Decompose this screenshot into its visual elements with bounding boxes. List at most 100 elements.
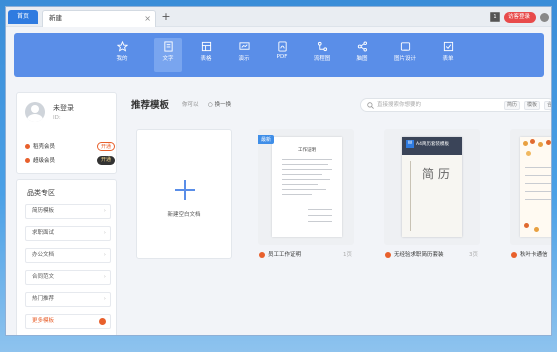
search-chip[interactable]: 简历 [504, 101, 521, 110]
new-badge: 最新 [258, 135, 275, 144]
category-item-label: 热门推荐 [32, 296, 55, 302]
template-pages: 1页 [343, 252, 352, 258]
search-chip[interactable]: 合 [544, 101, 551, 110]
word-logo-icon: W [406, 140, 414, 148]
app-window: 首页 新建 × + 1 访客登录 我的 文字 表格 演示 PDF 流程图 脑图 … [5, 6, 552, 336]
super-open-button[interactable]: 开通 [97, 156, 115, 165]
more-icon [99, 318, 106, 325]
template-thumbnail: W A4简历套装模板 简 历 [384, 129, 480, 245]
chevron-right-icon: › [103, 296, 106, 302]
category-toolbar: 我的 文字 表格 演示 PDF 流程图 脑图 图片设计 表单 [14, 33, 544, 77]
user-icon[interactable] [540, 12, 549, 22]
toolbar-item-label: 图片设计 [393, 56, 416, 62]
template-name: 无经验求职简历套装 [394, 252, 444, 258]
section-title: 推荐模板 [131, 100, 170, 111]
toolbar-item-label: 演示 [238, 56, 250, 62]
category-item-label: 简历模板 [32, 208, 55, 214]
category-item-contract[interactable]: 合同范文 › [25, 270, 111, 285]
toolbar-item-mindmap[interactable]: 脑图 [348, 38, 376, 72]
chevron-right-icon: › [103, 208, 106, 214]
mindmap-icon [357, 41, 367, 52]
resume-cover-preview: W A4简历套装模板 简 历 [402, 137, 462, 237]
chevron-right-icon: › [103, 252, 106, 258]
category-item-hot[interactable]: 热门推荐 › [25, 292, 111, 307]
pdf-icon [277, 41, 287, 52]
form-icon [443, 41, 453, 52]
super-membership-row: 超级会员 开通 [25, 156, 115, 166]
refresh-button[interactable]: ○ 换一换 [208, 100, 231, 108]
template-card[interactable]: W A4简历套装模板 简 历 无经验求职简历套装 3页 [384, 129, 480, 263]
refresh-label: 换一换 [214, 102, 232, 108]
category-item-resume[interactable]: 简历模板 › [25, 204, 111, 219]
category-item-office[interactable]: 办公文档 › [25, 248, 111, 263]
template-caption: 秋叶卡通信 [510, 249, 551, 263]
toolbar-item-label: 文字 [162, 56, 174, 62]
avatar[interactable] [25, 102, 45, 122]
docer-membership-row: 稻壳会员 开通 [25, 142, 115, 152]
document-icon [163, 41, 173, 52]
toolbar-item-image-design[interactable]: 图片设计 [388, 38, 422, 72]
membership-label: 稻壳会员 [33, 144, 56, 150]
resume-header: W A4简历套装模板 [402, 137, 462, 155]
tab-new-label: 新建 [49, 14, 62, 22]
profile-card: 未登录 ID: 稻壳会员 开通 超级会员 开通 [16, 92, 117, 174]
flowchart-icon [317, 41, 327, 52]
category-item-interview[interactable]: 求职面试 › [25, 226, 111, 241]
visitor-login-button[interactable]: 访客登录 [504, 11, 536, 23]
resume-cover-title: 简 历 [422, 167, 450, 181]
category-panel: 品类专区 简历模板 › 求职面试 › 办公文档 › 合同范文 › 热门推荐 › 更多模板 [16, 179, 117, 335]
titlebar-right: 1 访客登录 [490, 11, 549, 23]
toolbar-item-mine[interactable]: 我的 [108, 38, 136, 72]
template-card[interactable]: 工作证明 最新 员工工作证明 1页 [258, 129, 354, 263]
toolbar-item-label: 脑图 [356, 56, 368, 62]
presentation-icon [238, 42, 250, 50]
search-icon [367, 102, 374, 109]
category-title: 品类专区 [27, 189, 55, 197]
toolbar-item-pdf[interactable]: PDF [268, 38, 296, 72]
template-caption: 员工工作证明 1页 [258, 249, 354, 263]
template-card[interactable]: 秋叶卡通信 [510, 129, 551, 263]
more-templates-button[interactable]: 更多模板 [25, 314, 111, 329]
add-tab-button[interactable]: + [159, 10, 173, 24]
image-design-icon [400, 42, 410, 51]
template-name: 秋叶卡通信 [520, 252, 548, 258]
search-chip[interactable]: 模板 [524, 101, 541, 110]
toolbar-item-label: 我的 [116, 56, 128, 62]
category-item-label: 办公文档 [32, 252, 55, 258]
template-caption: 无经验求职简历套装 3页 [384, 249, 480, 263]
table-icon [201, 41, 211, 52]
resume-header-text: A4简历套装模板 [416, 142, 449, 147]
template-pages: 3页 [469, 252, 478, 258]
toolbar-item-presentation[interactable]: 演示 [230, 38, 258, 72]
toolbar-item-label: PDF [276, 54, 288, 60]
super-member-icon [25, 158, 30, 163]
category-item-label: 求职面试 [32, 230, 55, 236]
toolbar-item-text[interactable]: 文字 [154, 38, 182, 72]
template-thumbnail: 工作证明 最新 [258, 129, 354, 245]
toolbar-item-label: 表单 [442, 56, 454, 62]
docer-open-button[interactable]: 开通 [97, 142, 115, 151]
search-input[interactable]: 直接搜索你想要的 简历 模板 合 [360, 98, 551, 112]
section-hint: 你可以 [182, 102, 199, 108]
toolbar-item-form[interactable]: 表单 [434, 38, 462, 72]
more-templates-label: 更多模板 [32, 318, 55, 324]
user-name[interactable]: 未登录 [53, 103, 74, 113]
chevron-right-icon: › [103, 274, 106, 280]
tab-new[interactable]: 新建 × [42, 10, 156, 27]
toolbar-item-flowchart[interactable]: 流程图 [308, 38, 336, 72]
tab-bar: 首页 新建 × + 1 访客登录 [6, 7, 551, 27]
search-placeholder: 直接搜索你想要的 [377, 102, 422, 108]
document-preview: 工作证明 [272, 137, 342, 237]
tab-home[interactable]: 首页 [8, 10, 38, 24]
docer-member-icon [25, 144, 30, 149]
preview-title: 工作证明 [298, 148, 316, 153]
template-name: 员工工作证明 [268, 252, 302, 258]
template-thumbnail [510, 129, 551, 245]
new-blank-document-card[interactable]: 新建空白文档 [136, 129, 232, 259]
user-id: ID: [53, 115, 61, 121]
letter-preview [520, 137, 551, 237]
toolbar-item-label: 表格 [200, 56, 212, 62]
tab-close-icon[interactable]: × [144, 11, 151, 26]
toolbar-item-spreadsheet[interactable]: 表格 [192, 38, 220, 72]
window-count-icon[interactable]: 1 [490, 12, 500, 22]
